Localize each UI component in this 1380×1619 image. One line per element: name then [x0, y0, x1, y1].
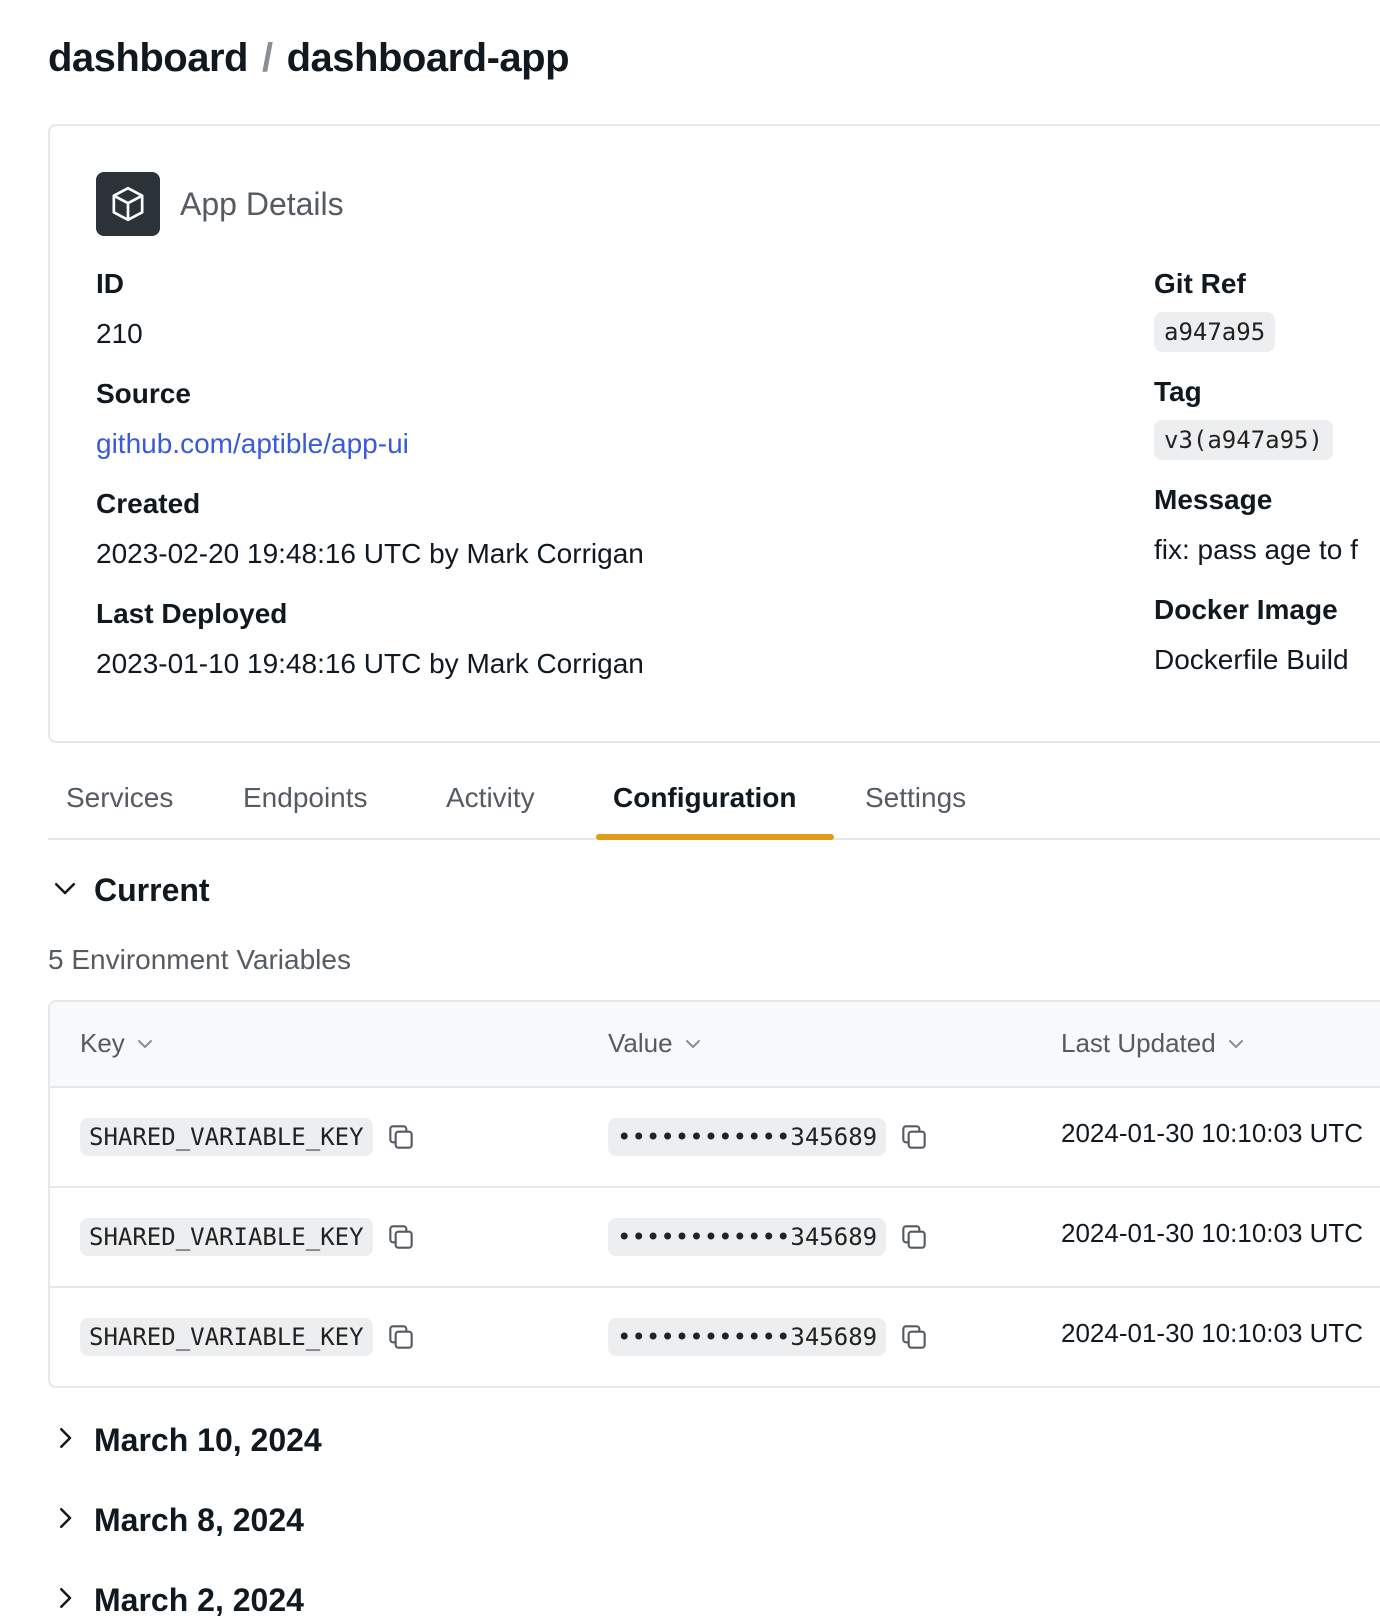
tab-settings[interactable]: Settings: [865, 782, 966, 814]
env-key: SHARED_VARIABLE_KEY: [80, 1218, 373, 1256]
chevron-down-icon: [685, 1039, 700, 1048]
section-current-toggle[interactable]: Current: [50, 872, 210, 909]
env-value-masked: ••••••••••••345689: [608, 1318, 887, 1356]
chevron-down-icon: [137, 1039, 152, 1048]
table-row: SHARED_VARIABLE_KEY ••••••••••••345689 2…: [50, 1288, 1380, 1386]
field-label: Git Ref: [1154, 268, 1246, 299]
copy-icon[interactable]: [385, 1221, 417, 1253]
section-history-title: March 2, 2024: [94, 1582, 304, 1618]
table-row: SHARED_VARIABLE_KEY ••••••••••••345689 2…: [50, 1088, 1380, 1188]
field-label: Created: [96, 488, 201, 519]
field-label: Source: [96, 378, 191, 409]
env-key: SHARED_VARIABLE_KEY: [80, 1118, 373, 1156]
env-variables-table: Key Value Last Updated SHARED_VARIABLE_K…: [48, 1000, 1380, 1388]
table-header: Key Value Last Updated: [50, 1002, 1380, 1088]
env-variable-count: 5 Environment Variables: [48, 944, 351, 975]
section-history-title: March 8, 2024: [94, 1502, 304, 1538]
env-key: SHARED_VARIABLE_KEY: [80, 1318, 373, 1356]
field-docker-image: Docker Image Dockerfile Build: [1154, 594, 1349, 676]
chevron-right-icon: [50, 1423, 80, 1458]
tab-activity[interactable]: Activity: [446, 782, 535, 814]
tab-bar: Services Endpoints Activity Configuratio…: [48, 772, 1380, 840]
chevron-right-icon: [50, 1583, 80, 1618]
copy-icon[interactable]: [898, 1321, 930, 1353]
tab-configuration[interactable]: Configuration: [613, 782, 797, 814]
cube-icon: [96, 172, 160, 236]
field-id: ID 210: [96, 268, 143, 350]
copy-icon[interactable]: [385, 1121, 417, 1153]
breadcrumb-separator: /: [261, 36, 273, 80]
breadcrumb-current: dashboard-app: [286, 36, 570, 80]
app-details-header: App Details: [96, 172, 344, 236]
column-header-last-updated[interactable]: Last Updated: [1061, 1028, 1248, 1059]
field-source: Source github.com/aptible/app-ui: [96, 378, 409, 460]
copy-icon[interactable]: [898, 1121, 930, 1153]
column-header-label: Key: [80, 1028, 125, 1058]
chevron-right-icon: [50, 1503, 80, 1538]
field-label: Tag: [1154, 376, 1202, 407]
copy-icon[interactable]: [385, 1321, 417, 1353]
app-details-card: App Details ID 210 Source github.com/apt…: [48, 124, 1380, 743]
section-current-title: Current: [94, 872, 210, 908]
field-label: ID: [96, 268, 124, 299]
chevron-down-icon: [1228, 1039, 1243, 1048]
section-history-toggle[interactable]: March 8, 2024: [50, 1502, 304, 1539]
env-value-masked: ••••••••••••345689: [608, 1118, 887, 1156]
env-last-updated: 2024-01-30 10:10:03 UTC: [1061, 1218, 1364, 1248]
tab-endpoints[interactable]: Endpoints: [243, 782, 368, 814]
column-header-value[interactable]: Value: [608, 1028, 705, 1059]
field-created: Created 2023-02-20 19:48:16 UTC by Mark …: [96, 488, 644, 570]
field-label: Docker Image: [1154, 594, 1338, 625]
field-git-ref: Git Ref a947a95: [1154, 268, 1276, 352]
git-ref-pill: a947a95: [1154, 312, 1276, 352]
field-value: 2023-01-10 19:48:16 UTC by Mark Corrigan: [96, 648, 644, 679]
field-last-deployed: Last Deployed 2023-01-10 19:48:16 UTC by…: [96, 598, 644, 680]
section-history-toggle[interactable]: March 2, 2024: [50, 1582, 304, 1619]
column-header-label: Last Updated: [1061, 1028, 1216, 1058]
field-message: Message fix: pass age to f: [1154, 484, 1358, 566]
active-tab-indicator: [596, 834, 834, 840]
env-last-updated: 2024-01-30 10:10:03 UTC: [1061, 1118, 1364, 1148]
tag-pill: v3(a947a95): [1154, 420, 1333, 460]
field-value: 210: [96, 318, 143, 349]
app-details-title: App Details: [180, 185, 344, 222]
chevron-down-icon: [50, 873, 80, 908]
copy-icon[interactable]: [898, 1221, 930, 1253]
field-value: 2023-02-20 19:48:16 UTC by Mark Corrigan: [96, 538, 644, 569]
column-header-label: Value: [608, 1028, 673, 1058]
section-history-toggle[interactable]: March 10, 2024: [50, 1422, 322, 1459]
field-label: Last Deployed: [96, 598, 288, 629]
table-row: SHARED_VARIABLE_KEY ••••••••••••345689 2…: [50, 1188, 1380, 1288]
section-history-title: March 10, 2024: [94, 1422, 322, 1458]
field-label: Message: [1154, 484, 1273, 515]
breadcrumb: dashboard / dashboard-app: [48, 36, 570, 81]
env-value-masked: ••••••••••••345689: [608, 1218, 887, 1256]
source-link[interactable]: github.com/aptible/app-ui: [96, 428, 409, 460]
field-value: Dockerfile Build: [1154, 644, 1349, 675]
column-header-key[interactable]: Key: [80, 1028, 157, 1059]
field-tag: Tag v3(a947a95): [1154, 376, 1333, 460]
env-last-updated: 2024-01-30 10:10:03 UTC: [1061, 1318, 1364, 1348]
field-value: fix: pass age to f: [1154, 534, 1358, 565]
tab-services[interactable]: Services: [66, 782, 173, 814]
breadcrumb-parent-link[interactable]: dashboard: [48, 36, 248, 80]
